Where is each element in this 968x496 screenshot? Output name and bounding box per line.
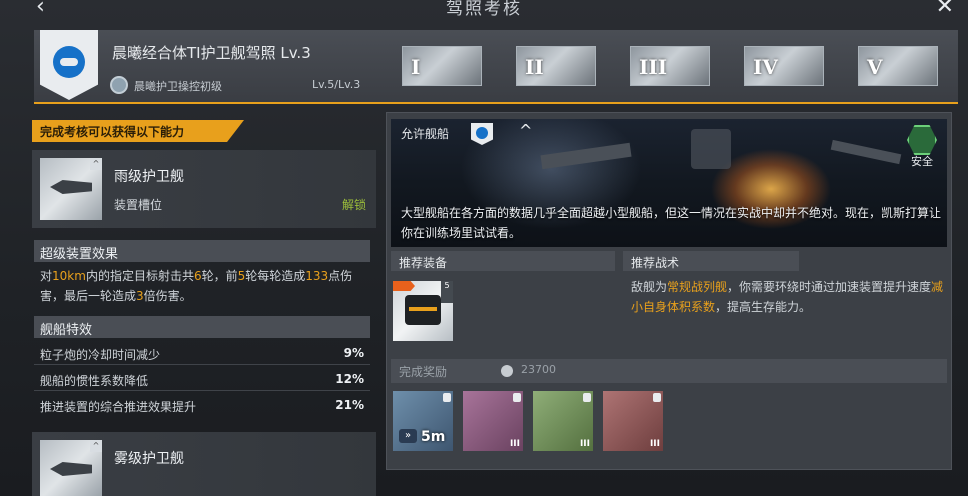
battle-scene-image: 允许舰船 ^ 安全 大型舰船在各方面的数据几乎全面超越小型舰船，但这一情况在实战… xyxy=(391,119,947,247)
faction-emblem-icon xyxy=(40,30,98,100)
top-bar: ‹ 驾照考核 ✕ xyxy=(0,0,968,19)
reward-item-parts-pink[interactable]: III xyxy=(463,391,523,451)
traits-heading: 舰船特效 xyxy=(34,316,370,338)
ship-thumbnail: ^ xyxy=(40,158,102,220)
ship-thumbnail: ^ xyxy=(40,440,102,496)
stage-tab-3[interactable]: III xyxy=(630,46,710,86)
divider xyxy=(34,390,370,391)
exam-detail-panel: 允许舰船 ^ 安全 大型舰船在各方面的数据几乎全面超越小型舰船，但这一情况在实战… xyxy=(386,112,952,470)
lock-icon xyxy=(653,393,661,402)
ship-card-mist[interactable]: ^ 雾级护卫舰 xyxy=(32,432,376,496)
recommended-equipment-item[interactable]: 5 xyxy=(393,281,453,341)
reward-item-boost[interactable]: » 5m xyxy=(393,391,453,451)
license-header: 晨曦经合体TI护卫舰驾照 Lv.3 晨曦护卫操控初级 Lv.5/Lv.3 I I… xyxy=(34,30,958,104)
divider xyxy=(34,364,370,365)
reward-coin-amount: 23700 xyxy=(521,363,556,376)
unlock-status: 解锁 xyxy=(341,198,366,212)
safety-status: 安全 xyxy=(911,155,933,168)
tactic-description: 敌舰为常规战列舰，你需要环绕时通过加速装置提升速度减小自身体积系数，提高生存能力… xyxy=(631,280,944,314)
reward-label: 完成奖励 xyxy=(399,365,448,379)
coin-icon xyxy=(501,365,513,377)
stage-tab-4[interactable]: IV xyxy=(744,46,824,86)
recommended-equipment-heading: 推荐装备 xyxy=(391,251,615,271)
equipment-level: 5 xyxy=(441,281,453,303)
lock-icon xyxy=(443,393,451,402)
skill-name: 晨曦护卫操控初级 xyxy=(134,80,222,93)
chevron-up-icon[interactable]: ^ xyxy=(519,121,532,140)
reward-item-parts-green[interactable]: III xyxy=(533,391,593,451)
completion-reward-bar: 完成奖励 23700 xyxy=(391,359,947,383)
equipment-tag-icon xyxy=(393,281,415,291)
ship-card-rain[interactable]: ^ 雨级护卫舰 装置槽位 解锁 xyxy=(32,150,376,228)
lock-icon xyxy=(583,393,591,402)
engine-module-icon xyxy=(405,295,441,325)
trait-row: 舰船的惯性系数降低 12% xyxy=(40,372,364,388)
close-icon[interactable]: ✕ xyxy=(936,0,954,19)
page-title: 驾照考核 xyxy=(446,0,522,19)
trait-row: 推进装置的综合推进效果提升 21% xyxy=(40,398,364,414)
slot-label: 装置槽位 xyxy=(114,198,163,212)
ship-name: 雾级护卫舰 xyxy=(114,451,184,467)
stage-tab-1[interactable]: I xyxy=(402,46,482,86)
allowed-ships-label: 允许舰船 xyxy=(401,127,450,141)
safe-zone-icon xyxy=(907,125,937,155)
recommended-tactic-heading: 推荐战术 xyxy=(623,251,799,271)
super-effect-desc: 对10km内的指定目标射击共6轮，前5轮每轮造成133点伤害，最后一轮造成3倍伤… xyxy=(40,269,353,303)
scenario-description: 大型舰船在各方面的数据几乎全面超越小型舰船，但这一情况在实战中却并不绝对。现在，… xyxy=(401,206,942,240)
rewards-ability-panel: 完成考核可以获得以下能力 ^ 雨级护卫舰 装置槽位 解锁 超级装置效果 对10k… xyxy=(32,120,376,496)
super-effect-heading: 超级装置效果 xyxy=(34,240,370,262)
skill-icon xyxy=(110,76,128,94)
ship-name: 雨级护卫舰 xyxy=(114,169,184,185)
trait-row: 粒子炮的冷却时间减少 9% xyxy=(40,346,364,362)
stage-tab-2[interactable]: II xyxy=(516,46,596,86)
license-title: 晨曦经合体TI护卫舰驾照 Lv.3 xyxy=(112,44,311,62)
reward-item-parts-red[interactable]: III xyxy=(603,391,663,451)
skill-level: Lv.5/Lv.3 xyxy=(312,78,361,91)
allowed-faction-icon xyxy=(471,123,493,145)
boost-icon: » xyxy=(399,429,417,443)
lock-icon xyxy=(513,393,521,402)
ability-banner: 完成考核可以获得以下能力 xyxy=(32,120,244,142)
stage-tab-5[interactable]: V xyxy=(858,46,938,86)
